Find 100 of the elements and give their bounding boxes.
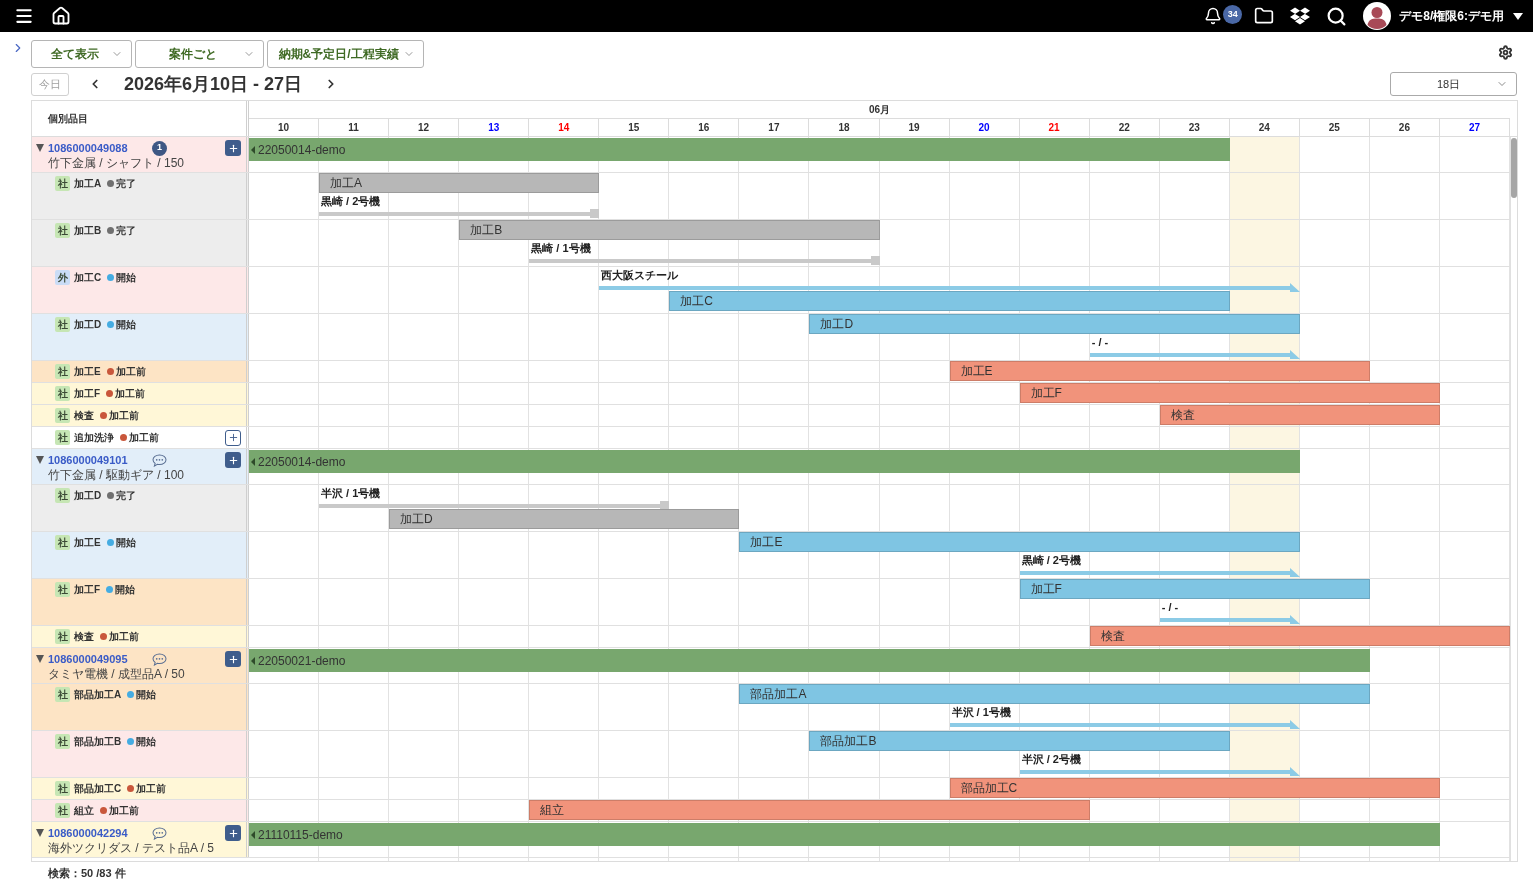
assignee-label: 西大阪スチール	[601, 268, 679, 283]
avatar-icon[interactable]	[1363, 2, 1392, 30]
triangle-down-icon[interactable]	[36, 655, 44, 663]
comment-icon[interactable]	[152, 652, 167, 666]
day-label: 21	[1048, 121, 1060, 135]
task-bar[interactable]: 加工E	[949, 361, 1370, 381]
assignee-label: 黒崎 / 1号機	[531, 241, 591, 256]
order-bar[interactable]: 21110115-demo	[249, 823, 1440, 846]
add-button[interactable]	[225, 651, 241, 667]
comment-icon[interactable]	[152, 826, 167, 840]
task-bar[interactable]: 加工F	[1019, 579, 1370, 599]
order-details: 海外ツクリダス / テスト品A / 5	[48, 841, 215, 855]
task-bar[interactable]: 検査	[1089, 626, 1510, 646]
process-name: 加工C	[74, 271, 102, 285]
user-name[interactable]: デモ8/権限6:デモ用	[1399, 7, 1504, 25]
process-type-badge: 社	[55, 629, 70, 644]
triangle-left-icon	[251, 830, 255, 839]
settings-icon[interactable]	[1498, 45, 1513, 60]
day-label: 15	[628, 121, 640, 135]
assignee-label: - / -	[1161, 600, 1179, 615]
comment-icon[interactable]	[152, 453, 167, 467]
assignee-label: 半沢 / 1号機	[321, 486, 381, 501]
dropbox-icon[interactable]	[1290, 6, 1311, 26]
process-type-badge: 社	[55, 386, 70, 401]
process-name: 組立	[74, 804, 94, 818]
process-status: 開始	[115, 583, 136, 597]
day-label: 16	[698, 121, 710, 135]
task-bar[interactable]: 組立	[529, 800, 1090, 820]
task-bar[interactable]: 部品加工A	[739, 684, 1370, 704]
add-button[interactable]	[225, 429, 241, 446]
assignee-label: 半沢 / 2号機	[1021, 752, 1081, 767]
scrollbar-thumb[interactable]	[1511, 138, 1517, 198]
process-type-badge: 社	[55, 488, 70, 503]
menu-icon[interactable]	[14, 6, 34, 26]
assignee-label: 黒崎 / 2号機	[321, 194, 381, 209]
task-bar[interactable]: 加工D	[809, 314, 1300, 334]
process-type-badge: 社	[55, 734, 70, 749]
add-button[interactable]	[225, 825, 241, 841]
task-bar[interactable]: 加工D	[389, 509, 740, 529]
plus-icon	[227, 454, 239, 466]
notification-count-badge: 34	[1223, 5, 1243, 24]
day-label: 18	[838, 121, 850, 135]
process-type-badge: 社	[55, 317, 70, 332]
order-number-link[interactable]: 1086000049095	[48, 650, 128, 668]
day-label: 20	[978, 121, 990, 135]
task-bar[interactable]: 部品加工C	[949, 778, 1440, 798]
process-status: 加工前	[109, 804, 139, 818]
task-bar[interactable]: 加工C	[669, 291, 1230, 311]
search-icon[interactable]	[1326, 5, 1348, 27]
triangle-down-icon[interactable]	[36, 829, 44, 837]
order-details: 竹下金属 / 駆動ギア / 100	[48, 468, 185, 482]
process-name: 加工D	[74, 318, 102, 332]
order-bar[interactable]: 22050014-demo	[249, 450, 1300, 473]
day-label: 14	[558, 121, 570, 135]
caret-down-icon[interactable]	[1513, 12, 1523, 20]
filter-dropdown[interactable]: 案件ごと	[135, 40, 264, 68]
task-bar[interactable]: 加工A	[319, 173, 600, 193]
process-type-badge: 社	[55, 687, 70, 702]
process-type-badge: 社	[55, 535, 70, 550]
order-bar[interactable]: 22050021-demo	[249, 649, 1370, 672]
process-type-badge: 社	[55, 176, 70, 191]
order-number-link[interactable]: 1086000042294	[48, 824, 128, 842]
add-button[interactable]	[225, 140, 241, 156]
process-status: 加工前	[109, 630, 139, 644]
range-select[interactable]: 18日	[1390, 72, 1517, 96]
home-icon[interactable]	[51, 6, 71, 26]
day-label: 27	[1468, 121, 1481, 135]
comment-count-badge[interactable]: 1	[152, 140, 167, 156]
process-type-badge: 社	[55, 803, 70, 818]
day-label: 17	[768, 121, 780, 135]
bell-icon[interactable]	[1204, 7, 1223, 25]
process-status: 加工前	[136, 782, 167, 796]
order-number-link[interactable]: 1086000049088	[48, 139, 128, 157]
triangle-down-icon[interactable]	[36, 456, 44, 464]
assignee-label: 半沢 / 1号機	[951, 705, 1011, 720]
column-heading: 個別品目	[48, 112, 88, 126]
order-bar[interactable]: 22050014-demo	[249, 138, 1230, 161]
month-label: 06月	[868, 103, 891, 117]
add-button[interactable]	[225, 452, 241, 468]
day-label: 22	[1118, 121, 1130, 135]
task-bar[interactable]: 加工B	[459, 220, 880, 240]
process-type-badge: 外	[55, 270, 70, 285]
filter-dropdown[interactable]: 全て表示	[31, 40, 132, 68]
folder-icon[interactable]	[1254, 6, 1275, 26]
process-status: 開始	[116, 318, 137, 332]
process-name: 部品加工B	[74, 735, 122, 749]
process-status: 開始	[136, 735, 157, 749]
assignee-label: - / -	[1091, 335, 1109, 350]
task-bar[interactable]: 加工F	[1019, 383, 1440, 403]
order-details: タミヤ電機 / 成型品A / 50	[48, 667, 185, 681]
filter-dropdown[interactable]: 納期&予定日/工程実績	[267, 40, 424, 68]
task-bar[interactable]: 検査	[1159, 405, 1440, 425]
triangle-down-icon[interactable]	[36, 144, 44, 152]
process-name: 追加洗浄	[74, 431, 114, 445]
process-status: 開始	[116, 271, 137, 285]
plus-icon	[227, 827, 239, 839]
task-bar[interactable]: 加工E	[739, 532, 1300, 552]
order-number-link[interactable]: 1086000049101	[48, 451, 128, 469]
task-bar[interactable]: 部品加工B	[809, 731, 1230, 751]
process-name: 部品加工A	[74, 688, 122, 702]
